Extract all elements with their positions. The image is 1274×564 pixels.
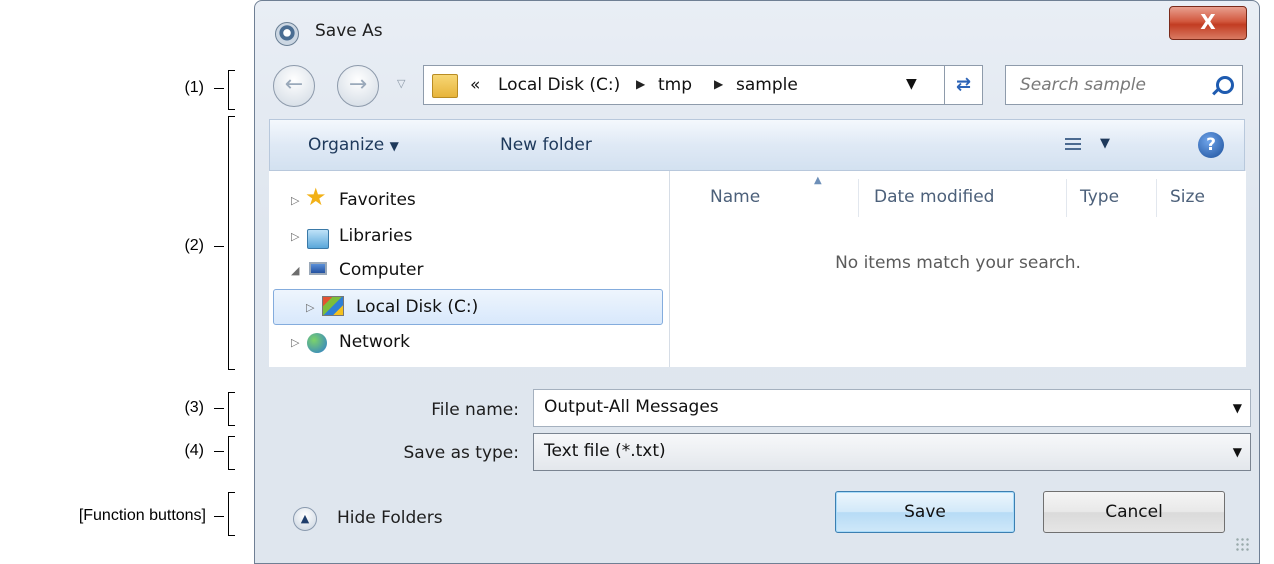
callout-2: (2) [184,237,204,254]
forward-button[interactable]: → [337,65,379,107]
star-icon: ★ [305,183,327,211]
callout-function-buttons: [Function buttons] [78,507,206,524]
computer-icon [309,262,327,275]
column-separator[interactable] [1066,179,1067,217]
callout-1-bracket [228,70,235,110]
callout-3-tick [214,408,224,409]
file-name-dropdown-icon[interactable]: ▼ [1233,401,1242,415]
network-icon [307,333,327,353]
callout-3: (3) [184,399,204,416]
column-header-size[interactable]: Size [1170,187,1205,207]
refresh-button[interactable]: ⇄ [945,65,983,105]
tree-item-network[interactable]: ▷ Network [269,327,667,359]
file-name-value: Output-All Messages [544,397,719,417]
library-icon [307,229,329,249]
callout-5-bracket [228,492,235,536]
breadcrumb-tmp[interactable]: tmp [658,75,692,95]
tree-label: Network [339,332,410,352]
tree-label: Favorites [339,190,416,210]
cancel-button[interactable]: Cancel [1043,491,1225,533]
folder-icon [432,74,458,98]
collapse-up-icon: ▲ [293,507,317,531]
help-icon[interactable]: ? [1198,132,1224,158]
save-as-type-value: Text file (*.txt) [544,441,666,461]
tree-label: Computer [339,260,424,280]
views-dropdown-icon[interactable]: ▼ [1100,136,1110,151]
collapse-arrow-icon[interactable]: ◢ [291,264,299,277]
recent-pages-chevron-icon[interactable]: ▽ [397,77,405,90]
column-header-type[interactable]: Type [1080,187,1119,207]
callout-4-tick [214,451,224,452]
new-folder-button[interactable]: New folder [500,135,592,155]
save-as-type-select[interactable]: Text file (*.txt) ▼ [533,433,1251,471]
forward-arrow-icon: → [348,72,368,97]
callout-2-tick [214,246,224,247]
close-button[interactable]: X [1169,6,1247,40]
column-header-name[interactable]: Name [710,187,760,207]
column-separator[interactable] [1156,179,1157,217]
back-arrow-icon: ← [284,72,304,97]
callout-5-tick [214,516,224,517]
refresh-icon: ⇄ [955,74,972,95]
callout-4: (4) [184,442,204,459]
chevron-down-icon: ▼ [389,139,399,153]
back-button[interactable]: ← [273,65,315,107]
save-button[interactable]: Save [835,491,1015,533]
breadcrumb-separator-icon[interactable]: ▶ [636,77,645,91]
file-list-pane: ▲ Name Date modified Type Size No items … [670,171,1246,367]
command-toolbar: Organize ▼ New folder ▼ ? [269,119,1245,171]
tree-item-favorites[interactable]: ▷ ★ Favorites [269,185,667,217]
save-as-dialog: Save As X ← → ▽ « Local Disk (C:) ▶ tmp … [254,0,1260,564]
search-icon[interactable] [1216,76,1234,94]
breadcrumb-local-disk[interactable]: Local Disk (C:) [498,75,620,95]
callout-1-tick [214,88,224,89]
tree-label: Libraries [339,226,413,246]
column-header-date-modified[interactable]: Date modified [874,187,994,207]
empty-list-message: No items match your search. [835,253,1081,273]
file-name-label: File name: [431,400,519,420]
organize-menu[interactable]: Organize ▼ [308,135,399,155]
organize-label: Organize [308,135,385,155]
sort-ascending-icon: ▲ [814,175,822,186]
expand-arrow-icon[interactable]: ▷ [291,230,299,243]
search-input[interactable]: Search sample [1005,65,1243,105]
tree-item-computer[interactable]: ◢ Computer [269,255,667,287]
file-name-field[interactable]: Output-All Messages ▼ [533,389,1251,427]
column-separator[interactable] [858,179,859,217]
expand-arrow-icon[interactable]: ▷ [306,301,314,314]
tree-item-libraries[interactable]: ▷ Libraries [269,221,667,253]
callout-4-bracket [228,436,235,470]
app-icon [275,22,299,46]
breadcrumb-overflow[interactable]: « [470,75,480,95]
hide-folders-label: Hide Folders [337,508,443,528]
search-placeholder: Search sample [1020,75,1146,95]
expand-arrow-icon[interactable]: ▷ [291,194,299,207]
tree-label: Local Disk (C:) [356,297,479,317]
tree-item-local-disk[interactable]: ▷ Local Disk (C:) [273,289,663,325]
callout-3-bracket [228,392,235,426]
address-dropdown-icon[interactable]: ▼ [906,76,917,92]
expand-arrow-icon[interactable]: ▷ [291,336,299,349]
callout-1: (1) [184,79,204,96]
navigation-pane: ▷ ★ Favorites ▷ Libraries ◢ Computer ▷ L… [269,171,670,367]
address-bar[interactable]: « Local Disk (C:) ▶ tmp ▶ sample ▼ [423,65,945,105]
breadcrumb-sample[interactable]: sample [736,75,798,95]
views-icon[interactable] [1065,138,1081,152]
resize-grip-icon[interactable] [1235,537,1249,551]
dialog-title: Save As [315,21,383,41]
breadcrumb-separator-icon[interactable]: ▶ [714,77,723,91]
save-as-type-label: Save as type: [403,443,519,463]
save-as-type-dropdown-icon[interactable]: ▼ [1233,445,1242,459]
callout-2-bracket [228,116,235,370]
windows-drive-icon [322,296,344,316]
